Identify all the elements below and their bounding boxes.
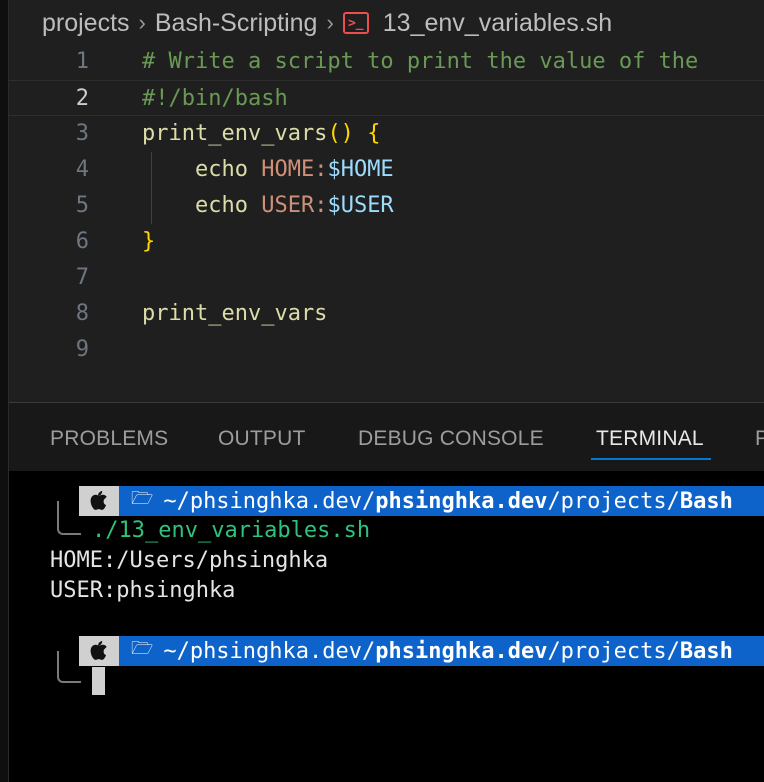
terminal-output-line: HOME:/Users/phsinghka [50,548,329,573]
line-number: 4 [75,157,89,182]
prompt-connector [57,501,81,535]
active-tab-indicator [591,458,711,460]
path-suffix: /projects/ [547,488,680,514]
line-number: 3 [75,121,89,146]
code-editor[interactable]: 1 # Write a script to print the value of… [9,44,764,402]
variable-token: $USER [327,193,394,218]
code-text: } [142,224,155,260]
terminal-cursor [92,667,105,695]
prompt-segment: 🗁 ~/phsinghka.dev/phsinghka.dev/projects… [79,636,764,666]
breadcrumb-file[interactable]: 13_env_variables.sh [383,9,612,38]
comment-token: # Write a script to print the value of t… [142,49,699,74]
tab-problems[interactable]: PROBLEMS [50,427,168,451]
folder-icon: 🗁 [131,488,154,509]
code-text: print_env_vars [142,296,327,332]
code-text: echo USER:$USER [142,188,394,224]
line-number: 5 [75,193,89,218]
chevron-right-icon: › [326,10,334,35]
breadcrumb-bash-scripting[interactable]: Bash-Scripting [155,9,318,38]
path-bold: phsinghka.dev [375,638,548,664]
line-number: 1 [75,49,89,74]
code-line[interactable]: 1 # Write a script to print the value of… [9,44,764,80]
prompt-segment: 🗁 ~/phsinghka.dev/phsinghka.dev/projects… [79,486,764,516]
tab-output[interactable]: OUTPUT [218,427,306,451]
code-line[interactable]: 3 print_env_vars() { [9,116,764,152]
string-token: HOME: [261,157,328,182]
string-token: USER: [261,193,328,218]
apple-icon [79,636,119,666]
code-text: # Write a script to print the value of t… [142,44,698,80]
path-prefix: ~/phsinghka.dev/ [163,488,376,514]
code-text: #!/bin/bash [142,81,288,117]
tab-ports[interactable]: P [755,427,764,451]
path-end: Bash [679,638,733,664]
code-line[interactable]: 7 [9,260,764,296]
chevron-right-icon: › [138,10,146,35]
prompt-connector [57,651,81,683]
command-token: echo [194,157,248,182]
path-suffix: /projects/ [547,638,680,664]
function-name-token: print_env_vars [142,121,328,146]
variable-token: $HOME [327,157,394,182]
prompt-path: 🗁 ~/phsinghka.dev/phsinghka.dev/projects… [119,486,764,516]
code-line[interactable]: 4 echo HOME:$HOME [9,152,764,188]
function-call-token: print_env_vars [142,301,328,326]
line-number: 9 [75,337,89,362]
apple-icon [79,486,119,516]
code-line[interactable]: 9 [9,332,764,368]
brace-token: } [142,229,156,254]
code-line[interactable]: 8 print_env_vars [9,296,764,332]
command-token: echo [194,193,248,218]
path-end: Bash [679,488,733,514]
prompt-path: 🗁 ~/phsinghka.dev/phsinghka.dev/projects… [119,636,764,666]
breadcrumb-projects[interactable]: projects [42,9,130,38]
code-line[interactable]: 5 echo USER:$USER [9,188,764,224]
code-text: echo HOME:$HOME [142,152,394,188]
code-text: print_env_vars() { [142,116,380,152]
folder-icon: 🗁 [131,638,154,659]
path-bold: phsinghka.dev [375,488,548,514]
code-line-current[interactable]: 2 #!/bin/bash [9,80,764,116]
terminal[interactable]: 🗁 ~/phsinghka.dev/phsinghka.dev/projects… [9,471,764,782]
tab-terminal[interactable]: TERMINAL [596,427,704,451]
breadcrumb: projects › Bash-Scripting › >_ 13_env_va… [42,6,612,40]
line-number: 7 [75,265,89,290]
line-number: 8 [75,301,89,326]
terminal-output-line: USER:phsinghka [50,578,236,603]
shebang-token: #!/bin/bash [142,86,288,111]
terminal-command: ./13_env_variables.sh [92,518,371,543]
path-prefix: ~/phsinghka.dev/ [163,638,376,664]
panel-tab-bar: PROBLEMS OUTPUT DEBUG CONSOLE TERMINAL P [9,403,764,471]
parens-token: () [327,121,354,146]
brace-token: { [367,121,381,146]
line-number: 2 [75,86,89,111]
tab-debug-console[interactable]: DEBUG CONSOLE [358,427,544,451]
line-number: 6 [75,229,89,254]
code-line[interactable]: 6 } [9,224,764,260]
terminal-icon: >_ [342,12,369,34]
